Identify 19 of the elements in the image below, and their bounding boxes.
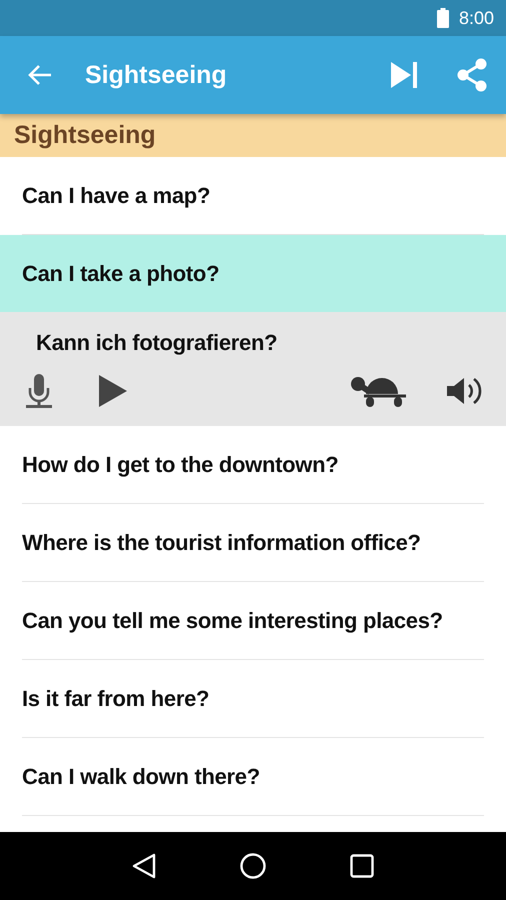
section-header: Sightseeing (0, 114, 506, 157)
play-icon[interactable] (98, 374, 128, 408)
phrase-item[interactable]: Can I take a photo? (0, 235, 506, 312)
microphone-icon[interactable] (26, 374, 52, 408)
phrase-item[interactable]: Is it far from here? (22, 660, 484, 738)
turtle-icon[interactable] (350, 374, 408, 408)
battery-icon (436, 8, 449, 28)
share-icon[interactable] (456, 58, 488, 92)
skip-next-icon[interactable] (390, 61, 418, 89)
translation-text: Kann ich fotografieren? (36, 330, 278, 356)
back-icon[interactable] (132, 853, 156, 879)
home-icon[interactable] (240, 853, 266, 879)
phrase-item[interactable]: Can you tell me some interesting places? (22, 582, 484, 660)
app-title: Sightseeing (85, 60, 228, 90)
status-time: 8:00 (458, 8, 494, 28)
recent-apps-icon[interactable] (350, 854, 374, 878)
phrase-item[interactable]: How do I get to the downtown? (22, 426, 484, 504)
phrase-item[interactable]: Where is the tourist information office? (22, 504, 484, 582)
phrase-item[interactable]: Can I walk down there? (22, 738, 484, 816)
